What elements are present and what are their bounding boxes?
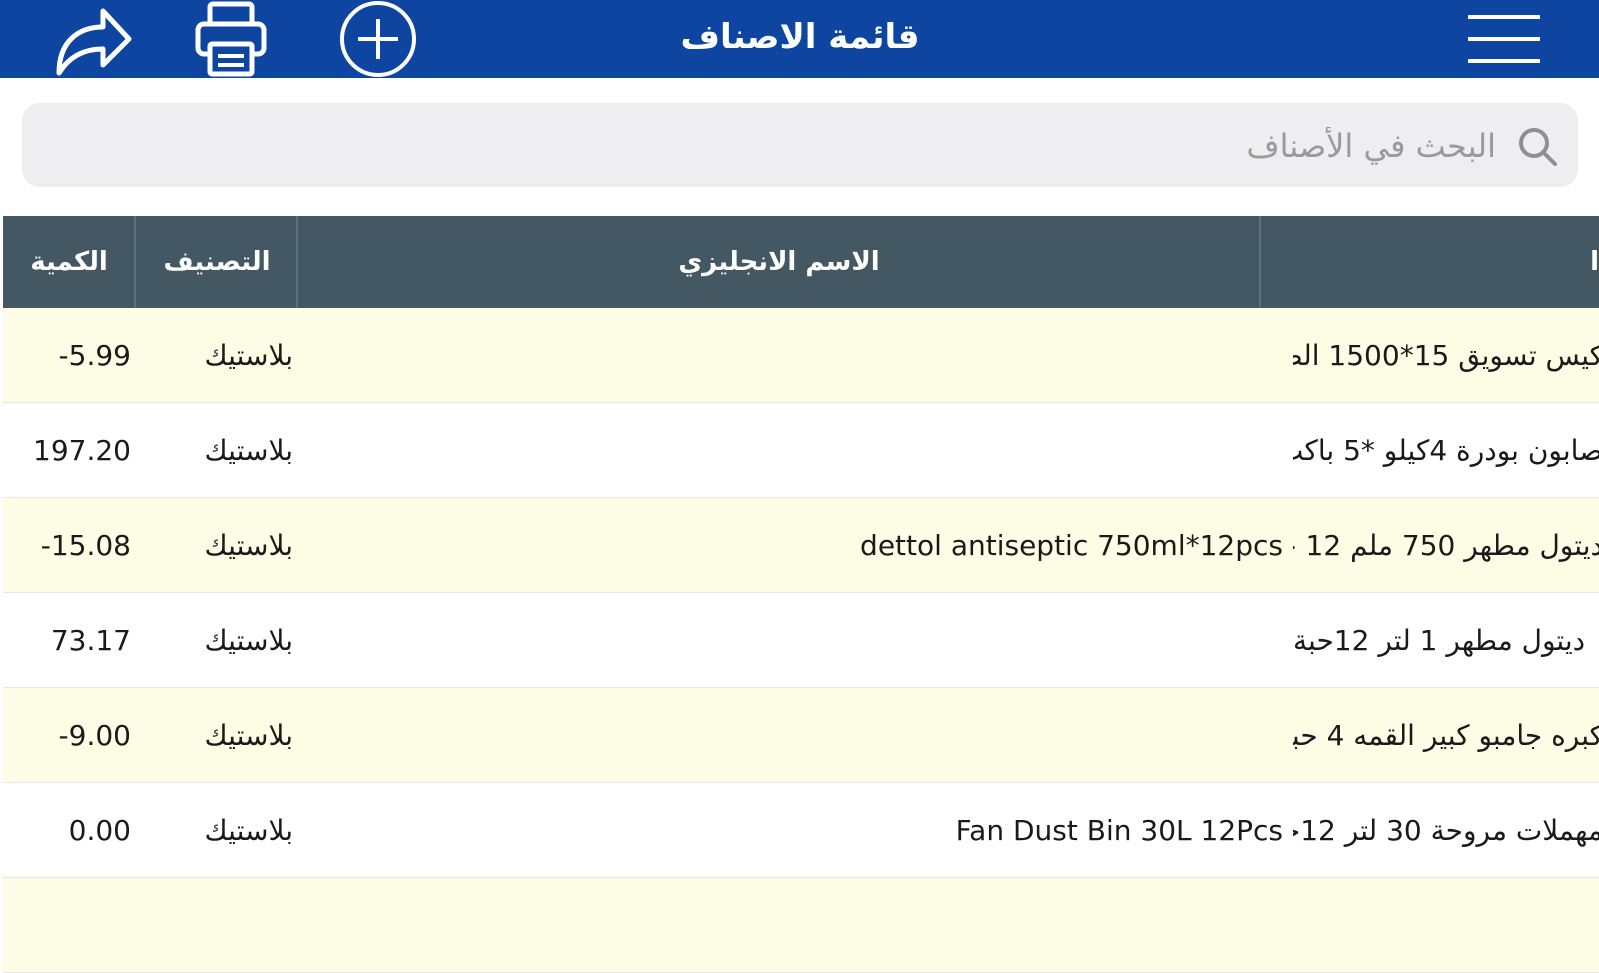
arabic-name-cell: صابون بودرة 4كيلو *5 باكت [1293, 434, 1599, 467]
printer-icon[interactable] [190, 0, 272, 78]
arabic-name-cell: مهملات مروحة 30 لتر 12حبة [1293, 814, 1599, 847]
english-name-cell: dettol antiseptic 750ml*12pcs [860, 529, 1283, 562]
column-header-english-name[interactable]: الاسم الانجليزي [299, 216, 1259, 308]
quantity-cell: 0.00 [68, 814, 131, 847]
english-name-cell [303, 688, 1283, 783]
search-bar [22, 103, 1578, 189]
arabic-name-cell: كبره جامبو كبير القمه 4 حبه [1293, 719, 1599, 752]
category-cell: بلاستيك [204, 814, 293, 847]
table-row[interactable]: 0.00 بلاستيك Fan Dust Bin 30L 12Pcs مهمل… [3, 783, 1599, 878]
table-row[interactable] [3, 878, 1599, 973]
english-name-cell [303, 593, 1283, 688]
column-header-category[interactable]: التصنيف [137, 216, 297, 308]
hamburger-menu-icon[interactable] [1462, 0, 1546, 78]
items-table: الكمية التصنيف الاسم الانجليزي ا -5.99 ب… [3, 216, 1599, 973]
category-cell: بلاستيك [204, 339, 293, 372]
top-navigation-bar: قائمة الاصناف [0, 0, 1599, 78]
category-cell: بلاستيك [204, 529, 293, 562]
english-name-cell: Fan Dust Bin 30L 12Pcs [955, 814, 1283, 847]
english-name-cell [303, 403, 1283, 498]
arabic-name-cell: ديتول مطهر 1 لتر 12حبة [1293, 624, 1586, 657]
plus-circle-icon[interactable] [336, 0, 420, 78]
quantity-cell: 197.20 [33, 434, 131, 467]
quantity-cell: 73.17 [50, 624, 131, 657]
arabic-name-cell: كيس تسويق 15*1500 الطيار [1293, 339, 1599, 372]
table-row[interactable]: -9.00 بلاستيك كبره جامبو كبير القمه 4 حب… [3, 688, 1599, 783]
column-header-quantity[interactable]: الكمية [3, 216, 135, 308]
quantity-cell: -5.99 [58, 339, 131, 372]
category-cell: بلاستيك [204, 719, 293, 752]
search-input[interactable] [42, 103, 1498, 189]
table-row[interactable]: 73.17 بلاستيك ديتول مطهر 1 لتر 12حبة [3, 593, 1599, 688]
category-cell: بلاستيك [204, 624, 293, 657]
arabic-name-cell: ديتول مطهر 750 ملم 12 حبة [1293, 529, 1599, 562]
table-row[interactable]: -5.99 بلاستيك كيس تسويق 15*1500 الطيار [3, 308, 1599, 403]
table-row[interactable]: 197.20 بلاستيك صابون بودرة 4كيلو *5 باكت [3, 403, 1599, 498]
quantity-cell: -15.08 [40, 529, 131, 562]
quantity-cell: -9.00 [58, 719, 131, 752]
search-icon[interactable] [1516, 125, 1558, 167]
english-name-cell [303, 308, 1283, 403]
table-row[interactable]: -15.08 بلاستيك dettol antiseptic 750ml*1… [3, 498, 1599, 593]
column-header-arabic-name[interactable]: ا [1261, 216, 1599, 308]
page-title: قائمة الاصناف [680, 17, 920, 57]
share-arrow-icon[interactable] [48, 0, 138, 78]
table-header: الكمية التصنيف الاسم الانجليزي ا [3, 216, 1599, 308]
category-cell: بلاستيك [204, 434, 293, 467]
